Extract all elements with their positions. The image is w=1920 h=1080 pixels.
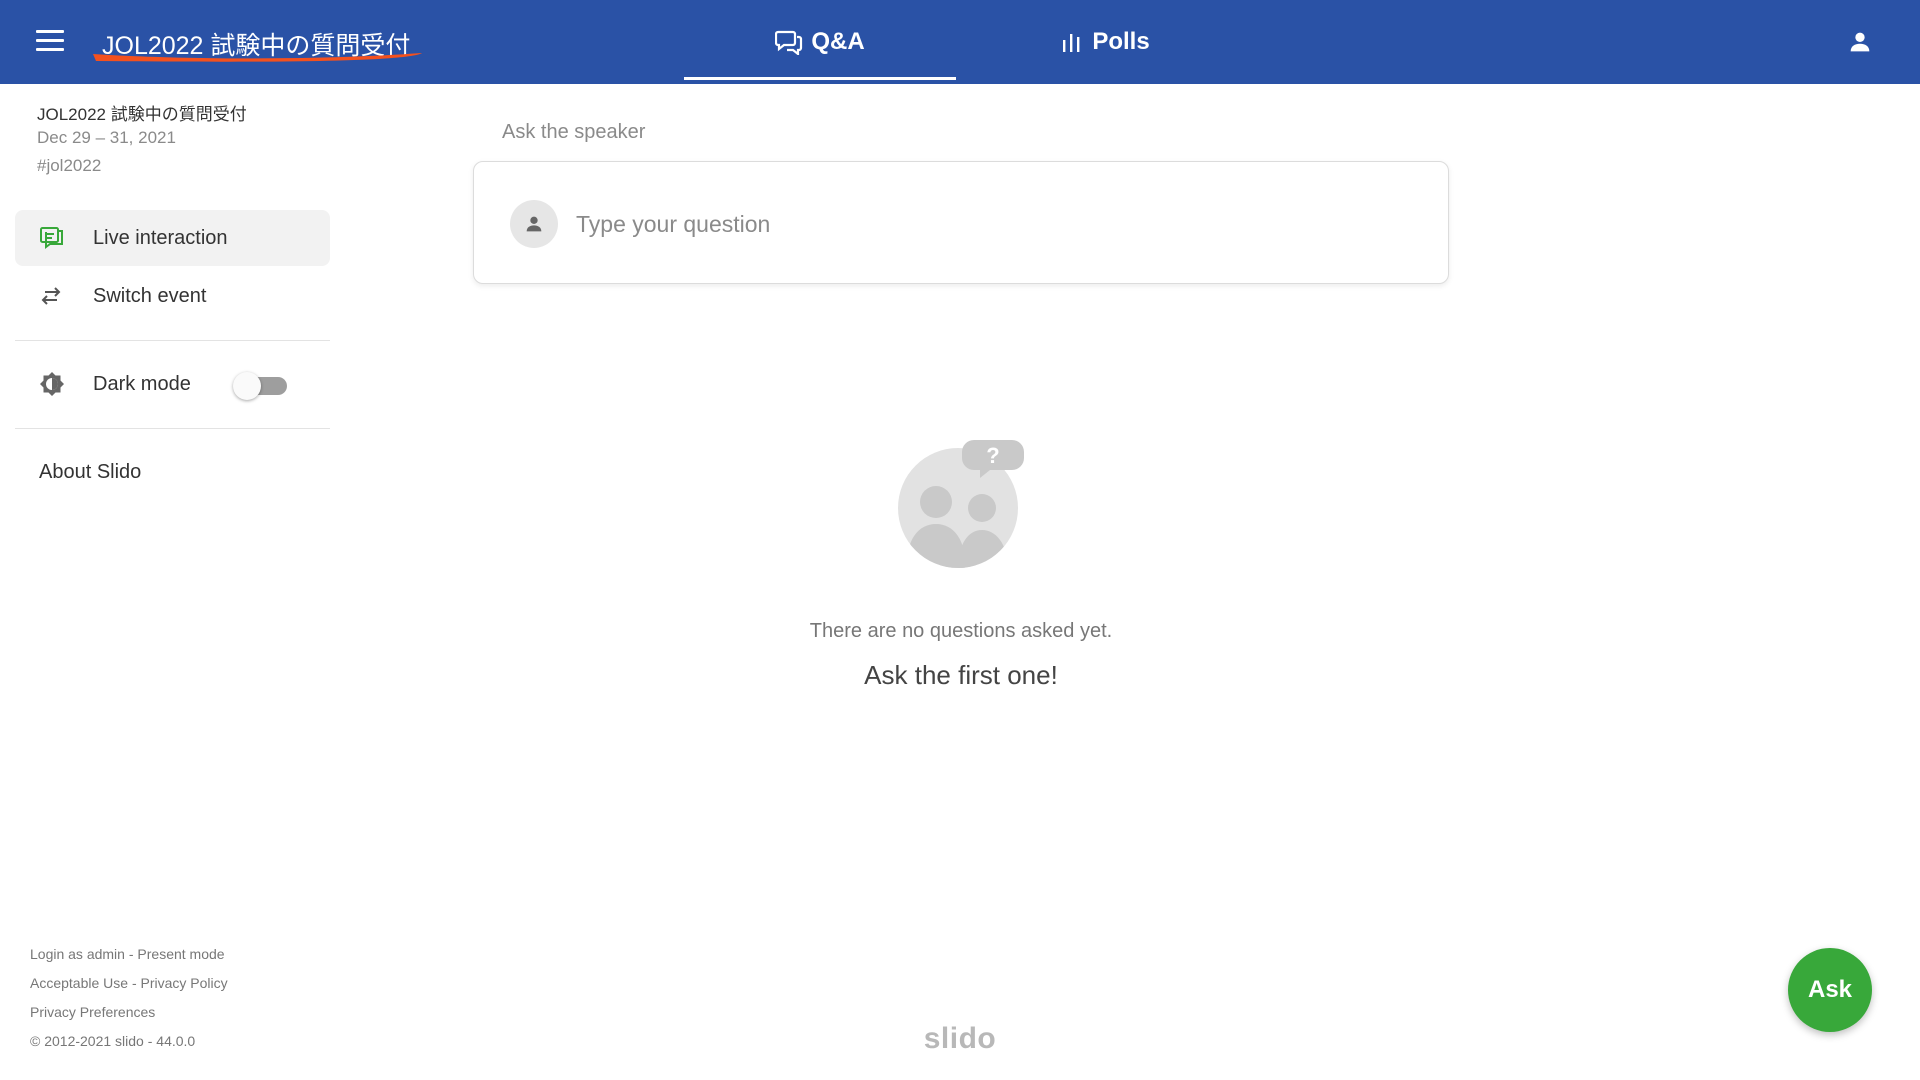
login-as-admin-link[interactable]: Login as admin	[30, 946, 125, 962]
brightness-icon	[39, 371, 79, 397]
footer-line-admin: Login as admin - Present mode	[30, 940, 228, 969]
copyright-text: © 2012-2021 slido - 44.0.0	[30, 1033, 196, 1049]
tab-qa-label: Q&A	[811, 28, 865, 55]
sidebar-item-live-interaction[interactable]: Live interaction	[15, 210, 330, 266]
sidebar-item-label: Switch event	[93, 284, 207, 307]
person-icon[interactable]	[1846, 28, 1874, 56]
slido-logo: slido	[923, 1022, 997, 1055]
sidebar-event-name: JOL2022 試験中の質問受付	[37, 105, 247, 124]
live-interaction-icon	[39, 226, 79, 250]
footer-line-policy: Acceptable Use - Privacy Policy	[30, 969, 228, 998]
about-slido-link[interactable]: About Slido	[39, 461, 141, 484]
dark-mode-toggle[interactable]	[233, 371, 289, 400]
person-icon	[526, 216, 542, 232]
hamburger-menu-icon[interactable]	[36, 30, 64, 54]
sidebar-event-dates: Dec 29 – 31, 2021	[37, 128, 176, 147]
empty-state-text: There are no questions asked yet.	[809, 620, 1113, 642]
sidebar-footer: Login as admin - Present mode Acceptable…	[30, 940, 228, 1056]
empty-state-cta: Ask the first one!	[864, 660, 1058, 690]
toggle-knob	[233, 372, 261, 400]
sidebar-item-switch-event[interactable]: Switch event	[15, 268, 330, 324]
sidebar-divider	[15, 340, 330, 341]
question-input-card[interactable]	[473, 161, 1449, 284]
question-input[interactable]	[576, 202, 1416, 246]
tab-polls-label: Polls	[1092, 28, 1150, 55]
chat-bubbles-icon	[775, 30, 803, 55]
bar-chart-icon	[1063, 34, 1080, 52]
tab-qa[interactable]: Q&A	[684, 0, 956, 84]
tab-polls[interactable]: Polls	[1010, 0, 1200, 84]
present-mode-link[interactable]: Present mode	[137, 946, 224, 962]
dark-mode-label: Dark mode	[93, 372, 191, 395]
sidebar-divider	[15, 428, 330, 429]
footer-separator: -	[124, 946, 138, 962]
ask-button[interactable]: Ask	[1788, 948, 1872, 1032]
privacy-preferences-link[interactable]: Privacy Preferences	[30, 1004, 155, 1020]
sidebar-event-hashtag: #jol2022	[37, 156, 102, 175]
footer-line-preferences: Privacy Preferences	[30, 998, 228, 1027]
svg-text:?: ?	[986, 443, 999, 468]
sidebar: JOL2022 試験中の質問受付 Dec 29 – 31, 2021 #jol2…	[0, 84, 345, 1080]
dark-mode-row: Dark mode	[15, 356, 330, 412]
top-app-bar: JOL2022 試験中の質問受付 Q&A Polls	[0, 0, 1920, 84]
red-annotation-underline	[93, 53, 422, 62]
footer-separator: -	[128, 975, 141, 991]
avatar	[510, 200, 558, 248]
sidebar-item-label: Live interaction	[93, 226, 228, 249]
ask-the-speaker-label: Ask the speaker	[502, 121, 646, 143]
privacy-policy-link[interactable]: Privacy Policy	[141, 975, 228, 991]
people-question-icon: ?	[898, 440, 1024, 568]
acceptable-use-link[interactable]: Acceptable Use	[30, 975, 128, 991]
switch-arrows-icon	[39, 286, 79, 306]
